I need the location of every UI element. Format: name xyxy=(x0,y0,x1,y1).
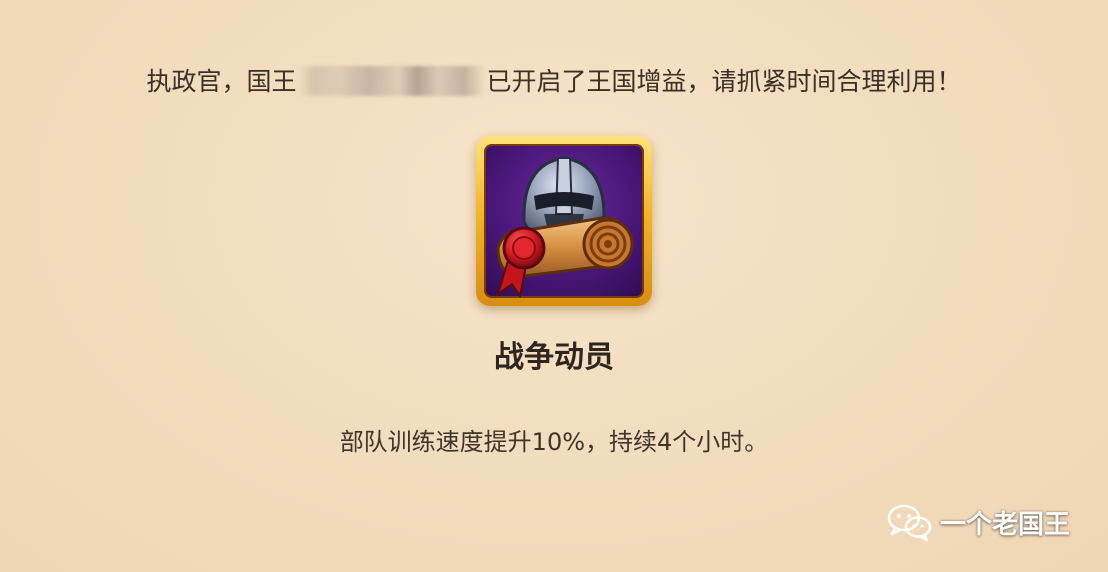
wechat-icon xyxy=(886,502,932,542)
buff-title: 战争动员 xyxy=(494,340,614,375)
notice-suffix: 已开启了王国增益，请抓紧时间合理利用！ xyxy=(486,67,962,96)
watermark-text: 一个老国王 xyxy=(939,509,1070,540)
blurred-king-name xyxy=(298,66,485,96)
buff-icon-frame xyxy=(476,136,652,306)
boost-notice-message: 执政官，国王 已开启了王国增益，请抓紧时间合理利用！ xyxy=(0,62,1108,102)
source-watermark: 一个老国王 xyxy=(886,502,1070,542)
war-mobilization-icon xyxy=(484,144,644,298)
notice-prefix: 执政官，国王 xyxy=(146,67,297,96)
buff-description: 部队训练速度提升10%，持续4个小时。 xyxy=(339,428,769,456)
